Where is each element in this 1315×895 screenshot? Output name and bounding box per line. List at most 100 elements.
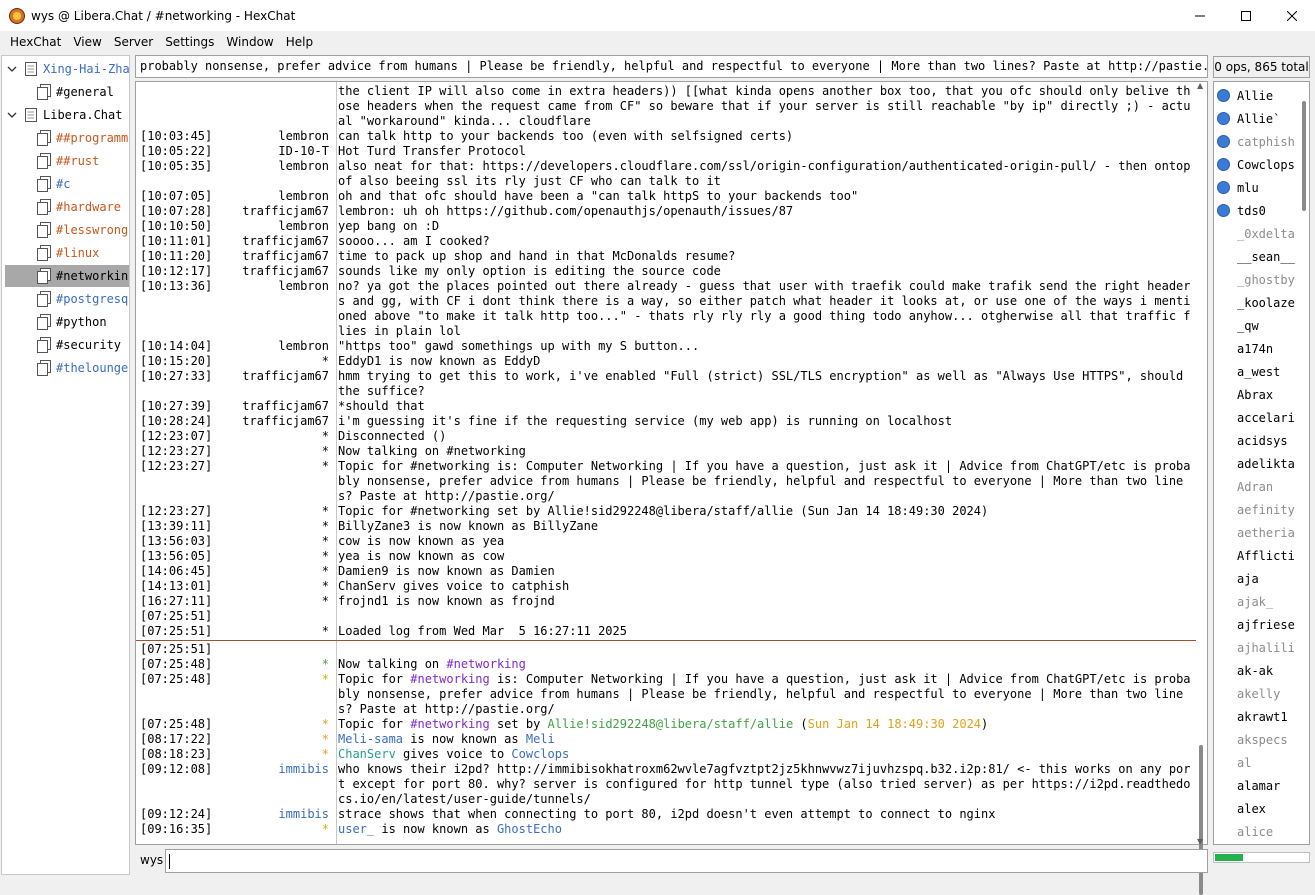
user-list-item[interactable]: a174n	[1214, 337, 1302, 360]
message-nick[interactable]: ID-10-T	[214, 144, 334, 159]
message-nick[interactable]: *	[214, 672, 334, 717]
user-list[interactable]: Allie Allie` catphish Cowclops mlu tds0 _0xdel…	[1213, 81, 1310, 845]
user-list-item[interactable]: ak-ak	[1214, 659, 1302, 682]
message-nick[interactable]: *	[214, 534, 334, 549]
message-nick[interactable]: trafficjam67	[214, 264, 334, 279]
user-list-item[interactable]: aja	[1214, 567, 1302, 590]
message-nick[interactable]: lembron	[214, 279, 334, 339]
user-list-item[interactable]: _koolaze	[1214, 291, 1302, 314]
message-text-segment[interactable]: Meli	[526, 732, 555, 746]
message-nick[interactable]: *	[214, 579, 334, 594]
tree-item-thelounge[interactable]: #thelounge	[5, 357, 129, 379]
menu-window[interactable]: Window	[220, 35, 279, 49]
user-list-item[interactable]: Allie	[1214, 84, 1302, 107]
message-nick[interactable]: immibis	[214, 807, 334, 822]
user-list-item[interactable]: __sean__	[1214, 245, 1302, 268]
user-list-item[interactable]: Afflicti	[1214, 544, 1302, 567]
message-nick[interactable]: *	[214, 732, 334, 747]
menu-server[interactable]: Server	[108, 35, 159, 49]
message-nick[interactable]: *	[214, 822, 334, 837]
scroll-down-icon[interactable]: ▼	[1197, 837, 1205, 846]
user-list-item[interactable]: alice	[1214, 820, 1302, 843]
message-nick[interactable]: lembron	[214, 189, 334, 204]
tree-item-lesswrong[interactable]: #lesswrong	[5, 219, 129, 241]
menu-view[interactable]: View	[67, 35, 107, 49]
user-list-item[interactable]: ajhalili	[1214, 636, 1302, 659]
user-list-item[interactable]: a_west	[1214, 360, 1302, 383]
message-nick[interactable]: *	[214, 444, 334, 459]
message-nick[interactable]: trafficjam67	[214, 249, 334, 264]
message-nick[interactable]: *	[214, 459, 334, 504]
message-text-segment[interactable]: user_	[338, 822, 374, 836]
user-list-item[interactable]: _0xdelta	[1214, 222, 1302, 245]
message-nick[interactable]: trafficjam67	[214, 399, 334, 414]
user-list-item[interactable]: akrawt1	[1214, 705, 1302, 728]
tree-item-networking[interactable]: #networking	[5, 265, 129, 287]
tree-item-postgresql[interactable]: #postgresql	[5, 288, 129, 310]
message-nick[interactable]: *	[214, 549, 334, 564]
user-list-item[interactable]: catphish	[1214, 130, 1302, 153]
user-list-item[interactable]: _ghostby	[1214, 268, 1302, 291]
tree-item-libera-chat[interactable]: Libera.Chat	[2, 104, 129, 126]
expand-chevron-icon[interactable]	[6, 109, 18, 121]
message-nick[interactable]	[214, 609, 334, 624]
user-list-item[interactable]: Abrax	[1214, 383, 1302, 406]
tree-item-security[interactable]: #security	[5, 334, 129, 356]
message-nick[interactable]: trafficjam67	[214, 414, 334, 429]
message-text-segment[interactable]: ChanServ	[338, 747, 396, 761]
message-text-segment[interactable]: Meli-sama	[338, 732, 403, 746]
user-list-item[interactable]: aefinity	[1214, 498, 1302, 521]
message-nick[interactable]: *	[214, 429, 334, 444]
scroll-up-icon[interactable]: ▲	[1197, 81, 1205, 90]
nick-button[interactable]: wys	[140, 853, 163, 867]
maximize-button[interactable]	[1223, 0, 1269, 31]
user-list-item[interactable]: tds0	[1214, 199, 1302, 222]
user-list-item[interactable]: ajfriese	[1214, 613, 1302, 636]
message-text-segment[interactable]: Cowclops	[511, 747, 569, 761]
tree-item-linux[interactable]: #linux	[5, 242, 129, 264]
menu-settings[interactable]: Settings	[159, 35, 220, 49]
message-nick[interactable]: *	[214, 504, 334, 519]
user-list-item[interactable]: alex	[1214, 797, 1302, 820]
message-nick[interactable]: lembron	[214, 219, 334, 234]
user-list-item[interactable]: acidsys	[1214, 429, 1302, 452]
user-list-item[interactable]: alamar	[1214, 774, 1302, 797]
chat-log[interactable]: the client IP will also come in extra he…	[135, 81, 1208, 845]
close-button[interactable]	[1269, 0, 1315, 31]
message-nick[interactable]: lembron	[214, 339, 334, 354]
message-nick[interactable]: *	[214, 624, 334, 639]
minimize-button[interactable]	[1177, 0, 1223, 31]
user-list-item[interactable]: akspecs	[1214, 728, 1302, 751]
tree-item-c[interactable]: #c	[5, 173, 129, 195]
message-nick[interactable]: *	[214, 354, 334, 369]
chat-scrollbar[interactable]: ▲ ▼	[1195, 81, 1207, 895]
message-nick[interactable]: *	[214, 564, 334, 579]
user-list-item[interactable]: accelari	[1214, 406, 1302, 429]
tree-item-python[interactable]: #python	[5, 311, 129, 333]
message-nick[interactable]: trafficjam67	[214, 369, 334, 399]
tree-item-rust[interactable]: ##rust	[5, 150, 129, 172]
user-list-item[interactable]: mlu	[1214, 176, 1302, 199]
tree-item-hardware[interactable]: #hardware	[5, 196, 129, 218]
message-text-segment[interactable]: #networking	[446, 657, 525, 671]
user-list-item[interactable]: Allie`	[1214, 107, 1302, 130]
user-list-item[interactable]: adelikta	[1214, 452, 1302, 475]
message-input[interactable]	[165, 849, 1208, 873]
message-text-segment[interactable]: Allie!sid292248@libera/staff/allie	[548, 717, 794, 731]
expand-chevron-icon[interactable]	[6, 63, 18, 75]
user-list-item[interactable]: Cowclops	[1214, 153, 1302, 176]
tree-item-xing-hai-zhai[interactable]: Xing-Hai-Zhai	[2, 58, 129, 80]
user-list-item[interactable]: ajak_	[1214, 590, 1302, 613]
user-list-item[interactable]: _qw	[1214, 314, 1302, 337]
menu-help[interactable]: Help	[280, 35, 319, 49]
user-list-item[interactable]: Adran	[1214, 475, 1302, 498]
message-nick[interactable]: *	[214, 519, 334, 534]
user-list-scrollbar[interactable]	[1298, 81, 1310, 845]
message-nick[interactable]: *	[214, 594, 334, 609]
channel-tree[interactable]: Xing-Hai-Zhai #general Libera.Chat ##progra…	[1, 55, 130, 875]
message-nick[interactable]: *	[214, 657, 334, 672]
tree-item-general[interactable]: #general	[5, 81, 129, 103]
message-nick[interactable]	[214, 84, 334, 129]
message-text-segment[interactable]: #networking	[410, 717, 489, 731]
user-list-item[interactable]: akelly	[1214, 682, 1302, 705]
